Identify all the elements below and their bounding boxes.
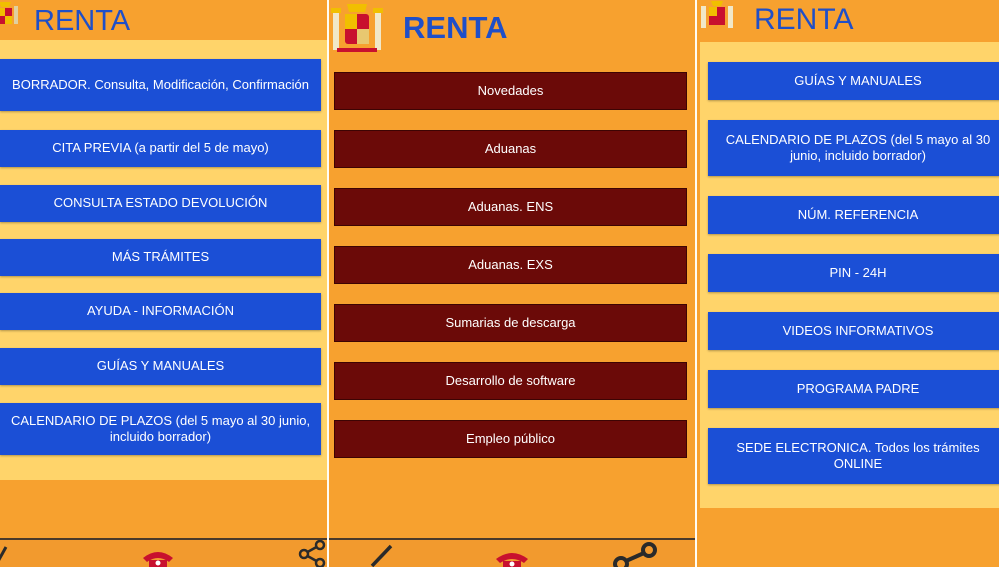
coat-of-arms-icon <box>0 2 18 24</box>
menu-button-programa-padre[interactable]: PROGRAMA PADRE <box>708 370 999 408</box>
renta-screen-main: RENTA BORRADOR. Consulta, Modificación, … <box>0 0 328 567</box>
menu-button-novedades[interactable]: Novedades <box>334 72 687 110</box>
menu-button-calendario[interactable]: CALENDARIO DE PLAZOS (del 5 mayo al 30 j… <box>708 120 999 176</box>
menu-button-num-referencia[interactable]: NÚM. REFERENCIA <box>708 196 999 234</box>
menu-button-sumarias[interactable]: Sumarias de descarga <box>334 304 687 342</box>
menu-button-guias[interactable]: GUÍAS Y MANUALES <box>0 348 321 385</box>
pencil-icon[interactable] <box>369 542 395 567</box>
telephone-icon[interactable] <box>492 549 532 567</box>
renta-screen-more: RENTA Novedades Aduanas Aduanas. ENS Adu… <box>329 0 695 567</box>
menu-button-desarrollo-software[interactable]: Desarrollo de software <box>334 362 687 400</box>
app-title: RENTA <box>34 5 131 37</box>
menu-button-borrador[interactable]: BORRADOR. Consulta, Modificación, Confir… <box>0 59 321 111</box>
menu-button-sede-electronica[interactable]: SEDE ELECTRONICA. Todos los trámites ONL… <box>708 428 999 484</box>
menu-button-empleo-publico[interactable]: Empleo público <box>334 420 687 458</box>
menu-button-cita-previa[interactable]: CITA PREVIA (a partir del 5 de mayo) <box>0 130 321 167</box>
menu-button-videos[interactable]: VIDEOS INFORMATIVOS <box>708 312 999 350</box>
menu-button-aduanas-ens[interactable]: Aduanas. ENS <box>334 188 687 226</box>
app-title: RENTA <box>754 3 854 36</box>
menu-button-aduanas[interactable]: Aduanas <box>334 130 687 168</box>
pencil-icon[interactable] <box>0 541 10 567</box>
menu-button-aduanas-exs[interactable]: Aduanas. EXS <box>334 246 687 284</box>
menu-button-guias[interactable]: GUÍAS Y MANUALES <box>708 62 999 100</box>
coat-of-arms-icon <box>701 1 733 28</box>
menu-button-pin-24h[interactable]: PIN - 24H <box>708 254 999 292</box>
share-icon[interactable] <box>609 542 659 567</box>
renta-screen-guides: RENTA GUÍAS Y MANUALES CALENDARIO DE PLA… <box>697 0 999 567</box>
menu-button-mas-tramites[interactable]: MÁS TRÁMITES <box>0 239 321 276</box>
coat-of-arms-icon <box>331 4 383 52</box>
menu-button-ayuda[interactable]: AYUDA - INFORMACIÓN <box>0 293 321 330</box>
telephone-icon[interactable] <box>139 548 177 567</box>
share-icon[interactable] <box>298 540 326 567</box>
app-title: RENTA <box>403 10 508 45</box>
menu-button-consulta-devolucion[interactable]: CONSULTA ESTADO DEVOLUCIÓN <box>0 185 321 222</box>
menu-button-calendario[interactable]: CALENDARIO DE PLAZOS (del 5 mayo al 30 j… <box>0 403 321 455</box>
